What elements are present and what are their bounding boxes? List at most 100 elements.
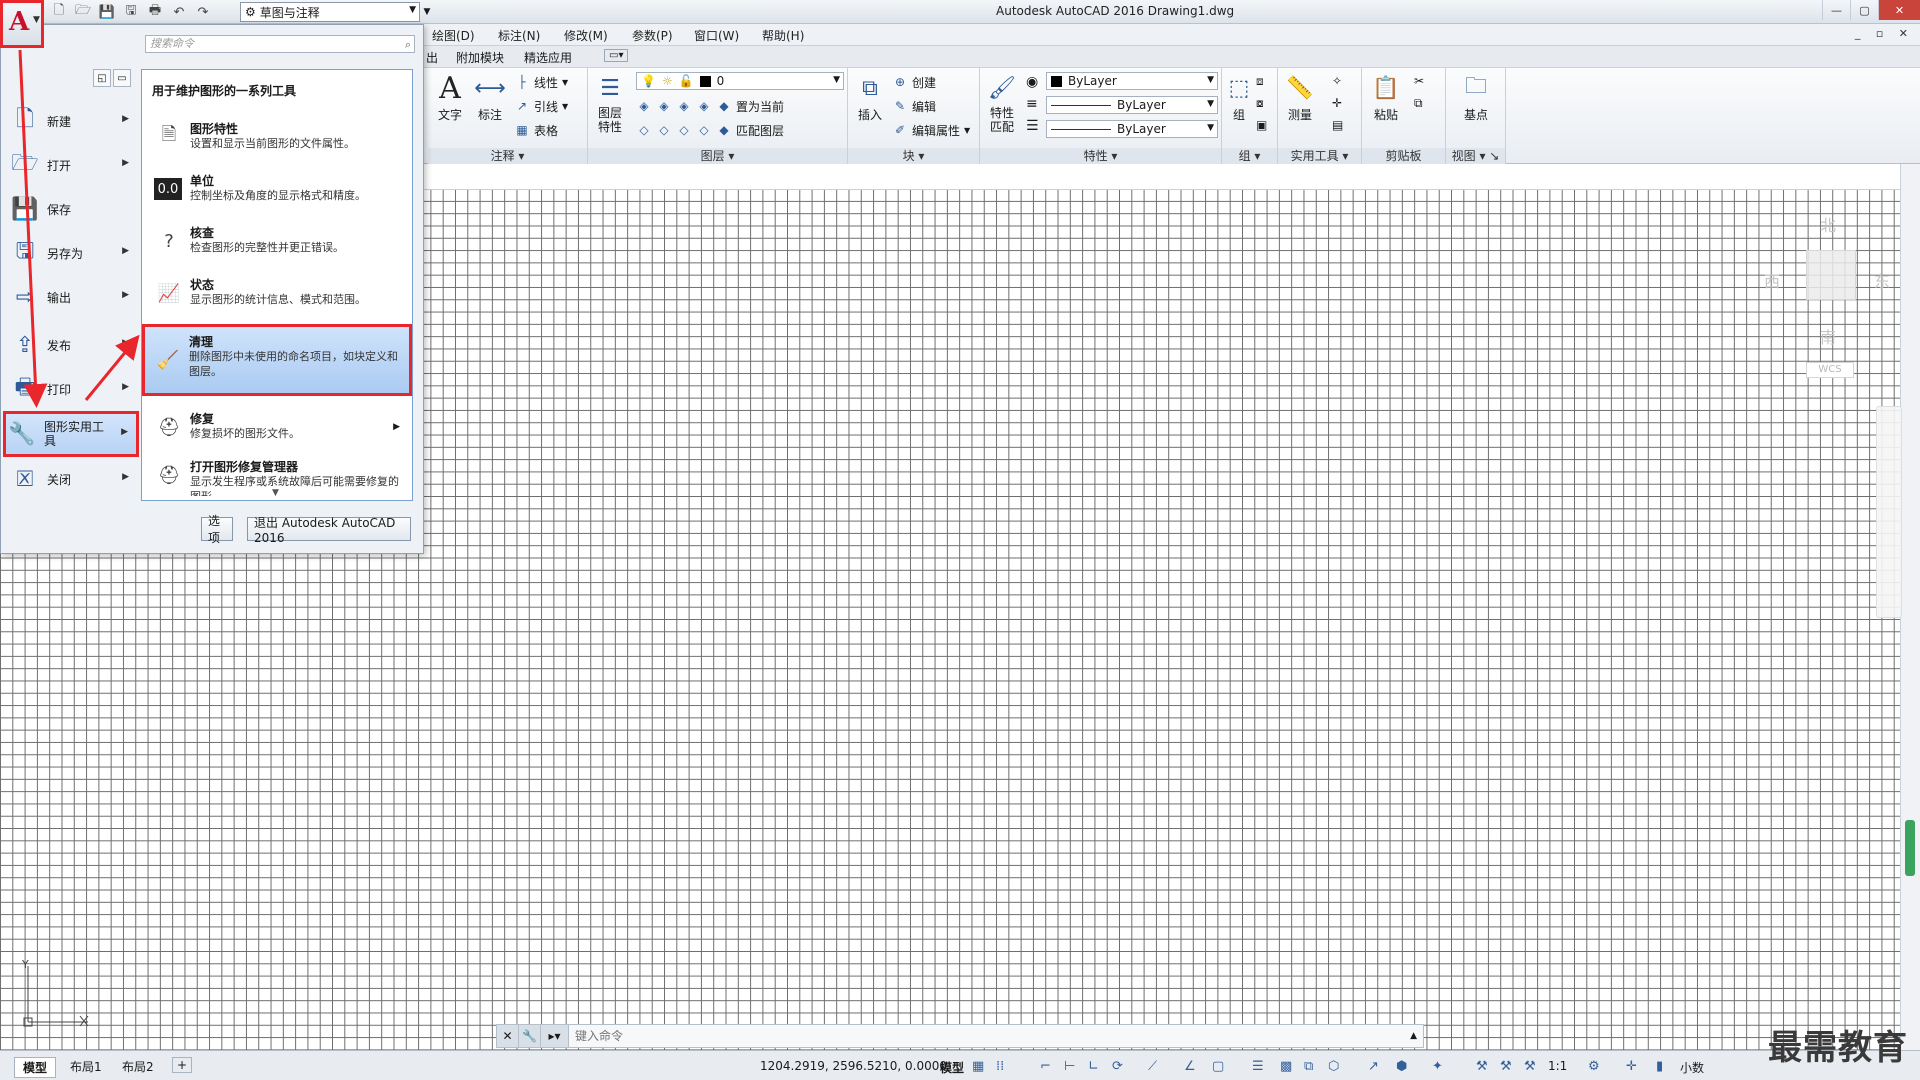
layer-on-icon[interactable]: ◇ bbox=[636, 122, 652, 138]
app-menu-item-new[interactable]: 🗋 新建 ▶ bbox=[9, 101, 137, 141]
annotation-scale-value[interactable]: 1:1 bbox=[1548, 1059, 1567, 1073]
tab-model[interactable]: 模型 bbox=[14, 1057, 57, 1078]
menu-help[interactable]: 帮助(H) bbox=[762, 27, 804, 44]
app-menu-item-drawing-utilities[interactable]: 🔧 图形实用工具 ▶ bbox=[3, 411, 139, 457]
layer-unisolate-icon[interactable]: ◇ bbox=[656, 122, 672, 138]
leader-tool[interactable]: ↗ 引线 ▼ bbox=[514, 96, 568, 116]
layer-select[interactable]: 💡 ☼ 🔓 0 ▼ bbox=[636, 72, 844, 90]
object-snap-icon[interactable]: ▢ bbox=[1212, 1059, 1224, 1074]
calculator-icon[interactable]: ▤ bbox=[1332, 118, 1343, 132]
cut-icon[interactable]: ✂ bbox=[1414, 74, 1424, 88]
maximize-button[interactable]: ▢ bbox=[1850, 0, 1878, 20]
search-commands-input[interactable]: 搜索命令 ⌕ bbox=[145, 35, 415, 53]
panel-groups-title[interactable]: 组 ▾ bbox=[1222, 148, 1277, 164]
annotation-scale-icon[interactable]: ⚒ bbox=[1524, 1059, 1536, 1074]
polar-icon[interactable]: ⟳ bbox=[1112, 1059, 1123, 1074]
viewcube-west[interactable]: 西 bbox=[1764, 268, 1780, 292]
open-documents-icon[interactable]: ▭ bbox=[113, 69, 131, 87]
wcs-menu[interactable]: WCS bbox=[1806, 362, 1854, 378]
layer-properties-tool[interactable]: ☰ 图层 特性 bbox=[592, 72, 628, 134]
menu-window[interactable]: 窗口(W) bbox=[694, 27, 739, 44]
edit-block-button[interactable]: ✎ 编辑 bbox=[892, 96, 936, 116]
menu-dimension[interactable]: 标注(N) bbox=[498, 27, 540, 44]
group-edit-icon[interactable]: ⧇ bbox=[1256, 96, 1264, 111]
app-menu-item-print[interactable]: 🖶 打印 ▶ bbox=[9, 369, 137, 409]
viewcube-top-face[interactable] bbox=[1806, 250, 1856, 300]
app-menu-item-export[interactable]: ⇨ 输出 ▶ bbox=[9, 277, 137, 317]
dimension-tool[interactable]: ⟷ 标注 bbox=[472, 72, 508, 123]
selection-filter-icon[interactable]: ⬢ bbox=[1396, 1059, 1407, 1074]
recent-documents-icon[interactable]: ◱ bbox=[93, 69, 111, 87]
chevron-up-icon[interactable]: ▲ bbox=[1410, 1031, 1417, 1041]
text-tool[interactable]: A 文字 bbox=[432, 71, 468, 123]
layer-lock-icon[interactable]: ◈ bbox=[696, 98, 712, 114]
annotation-visibility-icon[interactable]: ⚒ bbox=[1476, 1059, 1488, 1074]
selection-cycling-icon[interactable]: ⧉ bbox=[1304, 1059, 1313, 1074]
document-window-controls[interactable]: _ ▫ ✕ bbox=[1855, 27, 1914, 40]
app-menu-item-open[interactable]: 🗁 打开 ▶ bbox=[9, 145, 137, 185]
linetype-select[interactable]: ByLayer ▼ bbox=[1046, 96, 1218, 114]
layer-thaw-icon[interactable]: ◇ bbox=[676, 122, 692, 138]
ungroup-icon[interactable]: ⧈ bbox=[1256, 74, 1264, 89]
dynamic-input-icon[interactable]: ⊢ bbox=[1064, 1059, 1075, 1074]
panel-clipboard-title[interactable]: 剪贴板 bbox=[1362, 148, 1445, 164]
group-tool[interactable]: ⬚ 组 bbox=[1226, 72, 1252, 123]
app-menu-item-save[interactable]: 💾 保存 bbox=[9, 189, 137, 229]
match-layer-button[interactable]: 匹配图层 bbox=[736, 122, 784, 139]
panel-view-title[interactable]: 视图 ▾ ↘ bbox=[1446, 148, 1505, 164]
new-icon[interactable]: 🗋 bbox=[50, 3, 68, 21]
grid-icon[interactable]: ▦ bbox=[972, 1059, 984, 1074]
minimize-button[interactable]: — bbox=[1822, 0, 1850, 20]
linetype-icon[interactable]: ≡ bbox=[1026, 96, 1038, 112]
quick-select-icon[interactable]: ✧ bbox=[1332, 74, 1342, 88]
tab-featured-apps[interactable]: 精选应用 bbox=[524, 49, 572, 66]
scrollbar-thumb[interactable] bbox=[1905, 820, 1915, 876]
gizmo-icon[interactable]: ✦ bbox=[1432, 1059, 1443, 1074]
tab-output[interactable]: 出 bbox=[426, 49, 438, 66]
transparency-icon[interactable]: ▩ bbox=[1280, 1059, 1292, 1074]
3d-osnap-icon[interactable]: ⬡ bbox=[1328, 1059, 1339, 1074]
viewcube-south[interactable]: 南 bbox=[1820, 324, 1836, 348]
infer-constraints-icon[interactable]: ⌐ bbox=[1040, 1059, 1051, 1074]
color-select[interactable]: ByLayer ▼ bbox=[1046, 72, 1218, 90]
auto-scale-icon[interactable]: ⚒ bbox=[1500, 1059, 1512, 1074]
set-current-button[interactable]: 置为当前 bbox=[736, 98, 784, 115]
chevron-down-icon[interactable]: ▼ bbox=[272, 488, 279, 498]
edit-attributes-button[interactable]: ✐ 编辑属性 ▼ bbox=[892, 120, 970, 140]
menu-parametric[interactable]: 参数(P) bbox=[632, 27, 673, 44]
wrench-icon[interactable]: 🔧 bbox=[519, 1025, 541, 1047]
copy-icon[interactable]: ⧉ bbox=[1414, 96, 1423, 111]
tab-addins[interactable]: 附加模块 bbox=[456, 49, 504, 66]
app-menu-item-close[interactable]: 🗵 关闭 ▶ bbox=[9, 459, 137, 499]
vertical-scrollbar[interactable] bbox=[1900, 164, 1920, 1050]
snap-icon[interactable]: ⁞⁞ bbox=[996, 1059, 1004, 1074]
panel-utilities-title[interactable]: 实用工具 ▾ bbox=[1278, 148, 1361, 164]
color-wheel-icon[interactable]: ◉ bbox=[1026, 74, 1038, 90]
app-menu-item-publish[interactable]: ⇪ 发布 ▶ bbox=[9, 325, 137, 365]
submenu-item-audit[interactable]: ? 核查 检查图形的完整性并更正错误。 bbox=[146, 218, 408, 268]
linear-tool[interactable]: ├ 线性 ▼ bbox=[514, 72, 568, 92]
submenu-item-units[interactable]: 0.0 单位 控制坐标及角度的显示格式和精度。 bbox=[146, 166, 408, 216]
match-properties-tool[interactable]: 🖌 特性 匹配 bbox=[984, 72, 1020, 134]
application-button[interactable]: A ▼ bbox=[0, 0, 44, 48]
app-menu-item-save-as[interactable]: 🖫 另存为 ▶ bbox=[9, 233, 137, 273]
group-select-icon[interactable]: ▣ bbox=[1256, 118, 1267, 132]
recent-commands-icon[interactable]: ▸▾ bbox=[541, 1025, 569, 1047]
panel-block-title[interactable]: 块 ▾ bbox=[848, 148, 979, 164]
qat-customize-button[interactable]: ▼ bbox=[420, 2, 434, 22]
submenu-item-status[interactable]: 📈 状态 显示图形的统计信息、模式和范围。 bbox=[146, 270, 408, 320]
base-view-tool[interactable]: 🗀 基点 bbox=[1458, 72, 1494, 123]
submenu-item-drawing-properties[interactable]: 🗎 图形特性 设置和显示当前图形的文件属性。 bbox=[146, 114, 408, 164]
point-icon[interactable]: ✛ bbox=[1332, 96, 1342, 110]
panel-layers-title[interactable]: 图层 ▾ bbox=[588, 148, 847, 164]
save-as-icon[interactable]: 🖫 bbox=[122, 3, 140, 21]
dynamic-ucs-icon[interactable]: ↗ bbox=[1368, 1059, 1379, 1074]
insert-tool[interactable]: ⧉ 插入 bbox=[852, 72, 888, 123]
save-icon[interactable]: 💾 bbox=[98, 3, 116, 21]
ribbon-minimize-button[interactable]: ▭▾ bbox=[604, 49, 629, 62]
units-icon[interactable]: ▮ bbox=[1656, 1059, 1663, 1074]
model-space-button[interactable]: 模型 bbox=[940, 1059, 964, 1076]
undo-icon[interactable]: ↶ bbox=[170, 3, 188, 21]
command-input[interactable] bbox=[575, 1029, 1395, 1043]
submenu-item-recover[interactable]: ⛑ 修复 修复损坏的图形文件。 ▶ bbox=[146, 404, 408, 454]
